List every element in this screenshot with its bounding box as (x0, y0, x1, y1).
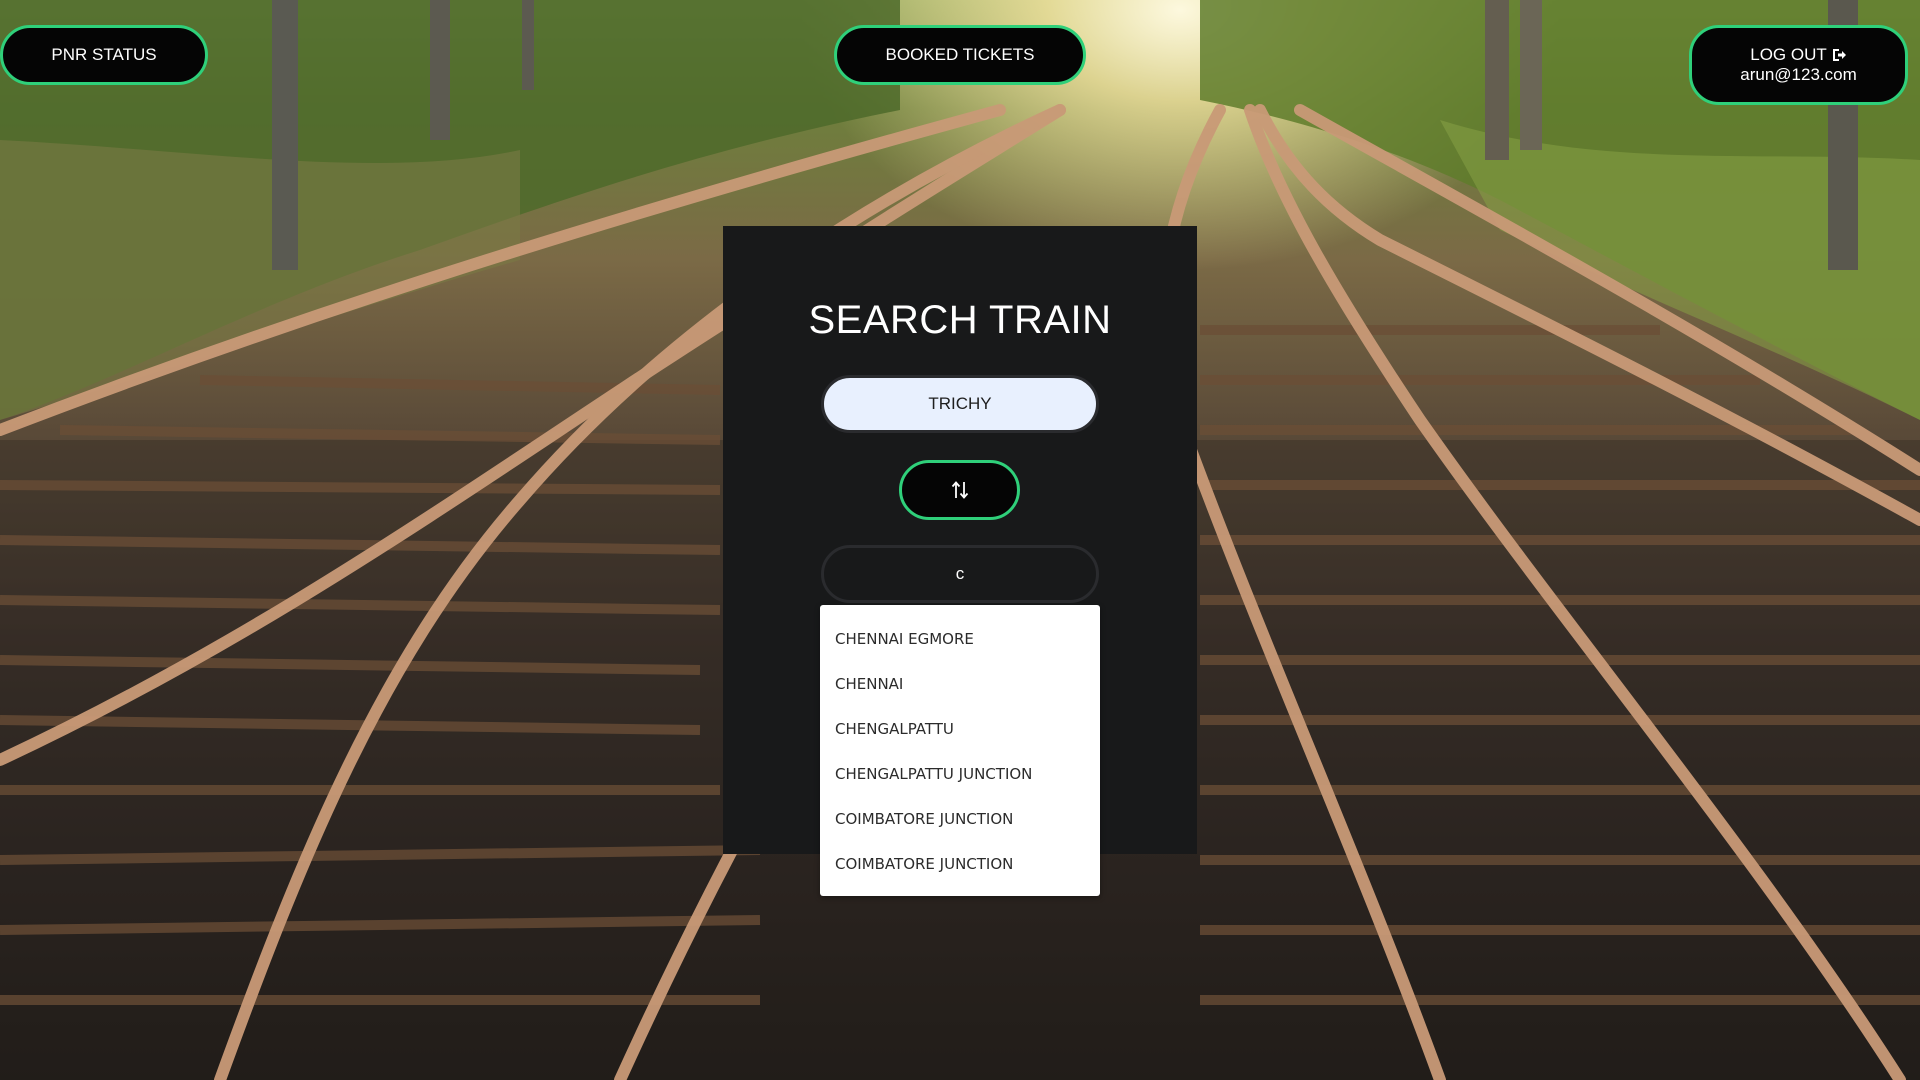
pnr-status-button[interactable]: PNR STATUS (0, 25, 208, 85)
suggestion-item[interactable]: COIMBATORE JUNCTION (820, 842, 1100, 887)
suggestion-item[interactable]: COIMBATORE JUNCTION (820, 797, 1100, 842)
swap-stations-button[interactable] (899, 460, 1020, 520)
booked-tickets-label: BOOKED TICKETS (885, 45, 1035, 64)
station-suggestions-dropdown: CHENNAI EGMORE CHENNAI CHENGALPATTU CHEN… (820, 605, 1100, 896)
logout-row: LOG OUT (1750, 45, 1847, 65)
swap-vertical-icon (951, 481, 968, 499)
logout-button[interactable]: LOG OUT arun@123.com (1689, 25, 1908, 105)
sign-out-icon (1832, 49, 1846, 61)
suggestion-item[interactable]: CHENNAI EGMORE (820, 617, 1100, 662)
suggestion-item[interactable]: CHENGALPATTU (820, 707, 1100, 752)
logout-label: LOG OUT (1750, 45, 1827, 64)
to-station-input[interactable] (821, 545, 1099, 603)
booked-tickets-button[interactable]: BOOKED TICKETS (834, 25, 1086, 85)
search-title: SEARCH TRAIN (808, 298, 1112, 342)
suggestion-item[interactable]: CHENNAI (820, 662, 1100, 707)
pnr-status-label: PNR STATUS (51, 45, 157, 64)
user-email: arun@123.com (1740, 65, 1857, 84)
from-station-input[interactable] (821, 375, 1099, 433)
suggestion-item[interactable]: CHENGALPATTU JUNCTION (820, 752, 1100, 797)
